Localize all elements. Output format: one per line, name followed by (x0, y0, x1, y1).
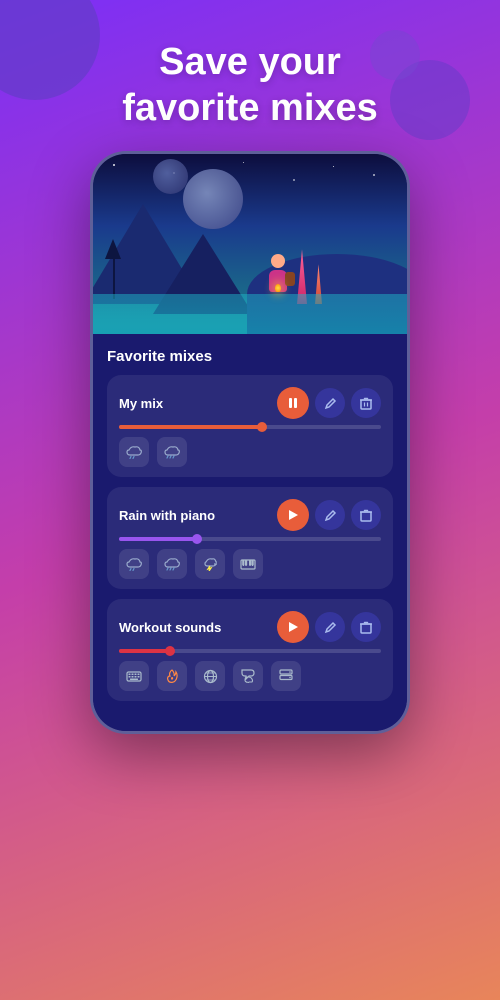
keyboard-icon (126, 671, 142, 682)
sound-icon-light-rain-2[interactable] (119, 549, 149, 579)
edit-icon-3 (324, 621, 337, 634)
trash-icon (360, 397, 372, 410)
progress-bar-2[interactable] (119, 537, 381, 541)
progress-fill-3 (119, 649, 171, 653)
progress-dot-1 (257, 422, 267, 432)
mix-name-2: Rain with piano (119, 508, 215, 523)
progress-bar-3[interactable] (119, 649, 381, 653)
delete-button-1[interactable] (351, 388, 381, 418)
mix-name-1: My mix (119, 396, 163, 411)
sound-icon-piano-2[interactable] (233, 549, 263, 579)
sound-icon-keyboard-3[interactable] (119, 661, 149, 691)
sound-icon-chat-3[interactable] (233, 661, 263, 691)
char-body (269, 270, 287, 292)
edit-button-1[interactable] (315, 388, 345, 418)
character (264, 254, 292, 299)
server-icon (279, 669, 293, 683)
mix-card-header-1: My mix (119, 387, 381, 419)
edit-icon (324, 397, 337, 410)
progress-fill-1 (119, 425, 263, 429)
sound-icon-server-3[interactable] (271, 661, 301, 691)
edit-icon-2 (324, 509, 337, 522)
play-button-2[interactable] (277, 499, 309, 531)
mix-actions-2 (277, 499, 381, 531)
edit-button-3[interactable] (315, 612, 345, 642)
sound-icons-2 (119, 549, 381, 579)
rain-icon-2b (164, 557, 180, 571)
play-button-3[interactable] (277, 611, 309, 643)
play-icon-2 (287, 509, 299, 521)
mix-card-header-3: Workout sounds (119, 611, 381, 643)
water-surface (93, 294, 407, 334)
edit-button-2[interactable] (315, 500, 345, 530)
char-head (271, 254, 285, 268)
thunder-icon (203, 557, 217, 571)
sound-icon-heavy-rain-1[interactable] (157, 437, 187, 467)
progress-fill-2 (119, 537, 198, 541)
pause-button-1[interactable] (277, 387, 309, 419)
mix-card-header-2: Rain with piano (119, 499, 381, 531)
sound-icon-globe-3[interactable] (195, 661, 225, 691)
pause-icon (287, 397, 299, 409)
rain-heavy-icon (164, 445, 180, 459)
mix-name-3: Workout sounds (119, 620, 221, 635)
mix-actions-3 (277, 611, 381, 643)
fire-icon (166, 669, 178, 684)
delete-button-3[interactable] (351, 612, 381, 642)
rain-icon-2a (126, 557, 142, 571)
delete-button-2[interactable] (351, 500, 381, 530)
play-icon-3 (287, 621, 299, 633)
progress-dot-3 (165, 646, 175, 656)
header-section: Save your favorite mixes (102, 40, 398, 131)
orb-small (153, 159, 188, 194)
app-content: Favorite mixes My mix (93, 334, 407, 731)
phone-mockup: Favorite mixes My mix (90, 151, 410, 734)
progress-bar-1[interactable] (119, 425, 381, 429)
char-backpack (285, 272, 295, 286)
sound-icon-heavy-rain-2[interactable] (157, 549, 187, 579)
sound-icon-fire-3[interactable] (157, 661, 187, 691)
sound-icons-3 (119, 661, 381, 691)
section-title: Favorite mixes (107, 348, 393, 365)
trash-icon-2 (360, 509, 372, 522)
mix-card-my-mix: My mix (107, 375, 393, 477)
sound-icons-1 (119, 437, 381, 467)
trash-icon-3 (360, 621, 372, 634)
chat-icon (241, 669, 256, 683)
piano-icon (240, 558, 256, 570)
rain-light-icon (126, 445, 142, 459)
globe-icon (203, 669, 218, 684)
progress-dot-2 (192, 534, 202, 544)
mix-actions-1 (277, 387, 381, 419)
char-light (275, 284, 281, 292)
illustration-area (93, 154, 407, 334)
mix-card-workout: Workout sounds (107, 599, 393, 701)
bg-decoration-left (0, 0, 100, 100)
sound-icon-thunder-2[interactable] (195, 549, 225, 579)
tree-trunk (113, 249, 115, 299)
page-title: Save your favorite mixes (122, 40, 378, 131)
mix-card-rain-piano: Rain with piano (107, 487, 393, 589)
sound-icon-light-rain-1[interactable] (119, 437, 149, 467)
